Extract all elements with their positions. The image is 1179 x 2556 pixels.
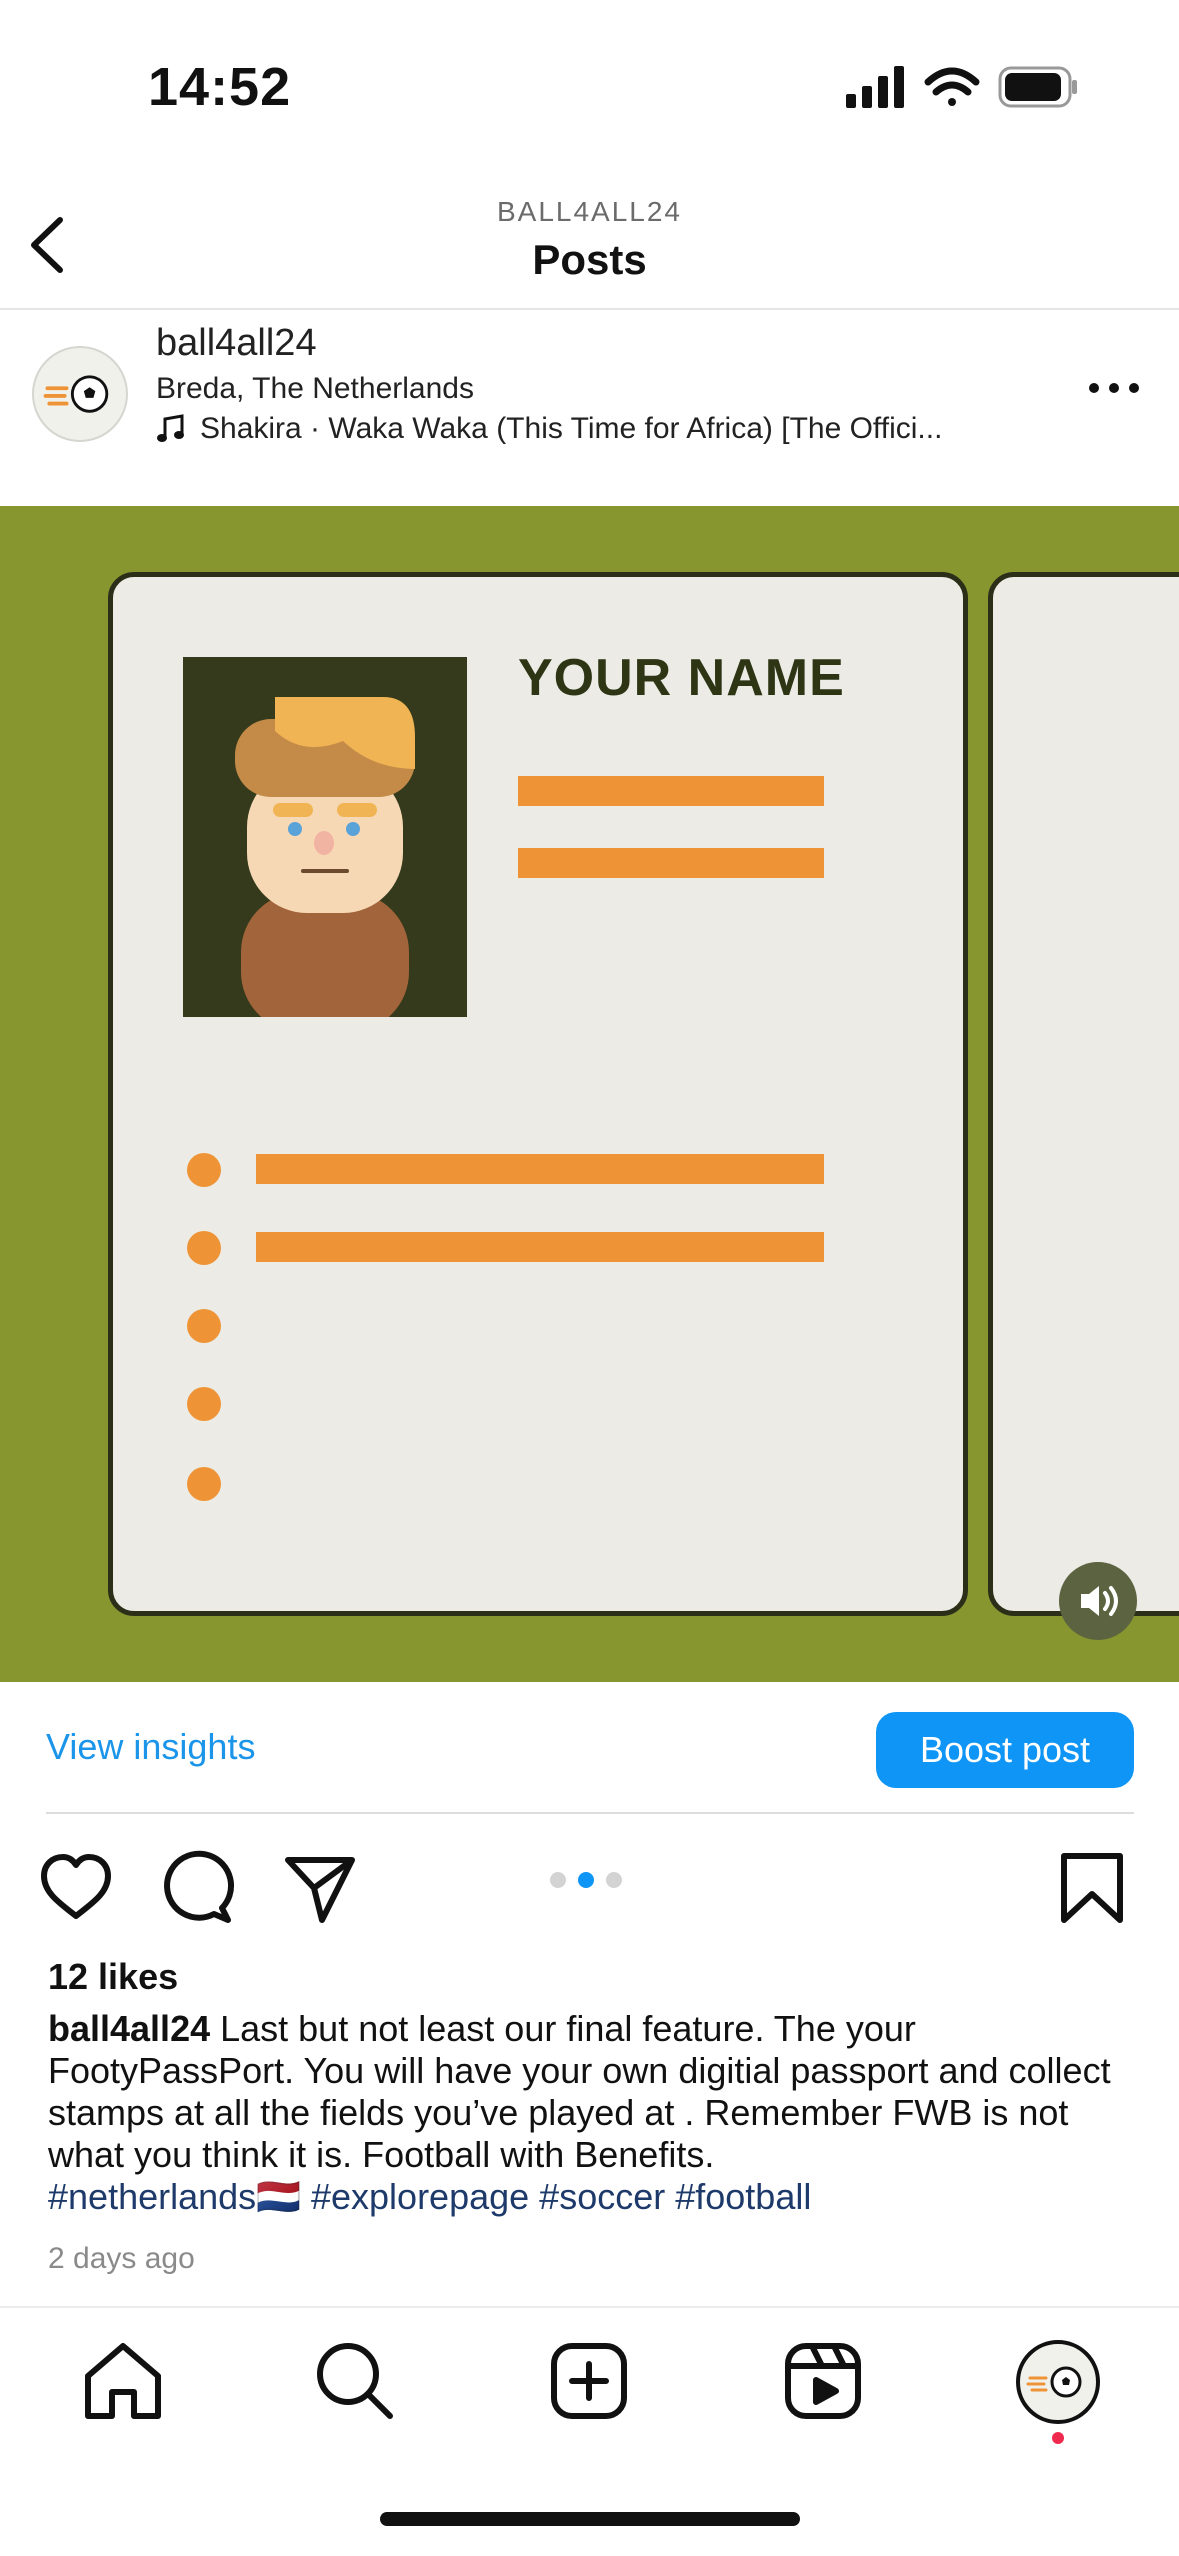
caption-username[interactable]: ball4all24	[48, 2008, 210, 2049]
next-card-peek	[988, 572, 1179, 1616]
carousel-dot	[550, 1872, 566, 1888]
post-timestamp: 2 days ago	[48, 2242, 195, 2275]
like-button[interactable]	[38, 1850, 114, 1926]
music-note-icon	[157, 414, 184, 442]
heart-icon	[41, 1854, 111, 1919]
post-caption: ball4all24 Last but not least our final …	[48, 2008, 1138, 2218]
post-username[interactable]: ball4all24	[156, 322, 317, 365]
card-name-label: YOUR NAME	[518, 649, 845, 707]
home-icon	[85, 2343, 161, 2419]
status-icons	[846, 66, 1077, 108]
bullet-dot	[187, 1387, 221, 1421]
comment-button[interactable]	[160, 1850, 236, 1926]
paper-plane-icon	[285, 1857, 355, 1923]
more-options-button[interactable]	[1084, 368, 1144, 408]
wifi-icon	[924, 67, 980, 106]
speaker-icon	[1081, 1586, 1118, 1616]
share-button[interactable]	[282, 1850, 358, 1926]
player-avatar-icon	[235, 697, 415, 1017]
search-icon	[317, 2343, 393, 2419]
bullet-dot	[187, 1231, 221, 1265]
bullet-dot	[187, 1153, 221, 1187]
likes-count[interactable]: 12 likes	[48, 1956, 178, 1998]
status-time: 14:52	[148, 57, 292, 117]
plus-square-icon	[551, 2343, 627, 2419]
soccer-ball-logo-icon	[1026, 2366, 1082, 2398]
bullet-dot	[187, 1467, 221, 1501]
avatar[interactable]	[32, 346, 128, 442]
music-attribution[interactable]: Shakira · Waka Waka (This Time for Afric…	[156, 412, 1016, 446]
sound-toggle-button[interactable]	[1059, 1562, 1137, 1640]
view-insights-link[interactable]: View insights	[46, 1726, 255, 1768]
bullet-dot	[187, 1309, 221, 1343]
caption-hashtags[interactable]: #netherlands🇳🇱 #explorepage #soccer #foo…	[48, 2176, 811, 2217]
soccer-ball-logo-icon	[43, 375, 109, 413]
header-subtitle: BALL4ALL24	[496, 196, 683, 227]
battery-icon	[998, 66, 1077, 108]
post-location[interactable]: Breda, The Netherlands	[156, 372, 474, 406]
notification-dot	[1052, 2432, 1064, 2444]
cellular-signal-icon	[846, 66, 904, 108]
carousel-dot-active	[578, 1872, 594, 1888]
card-line-1	[518, 776, 824, 806]
actions-divider	[46, 1812, 1134, 1814]
portrait-illustration	[183, 657, 467, 1017]
nav-reels[interactable]	[778, 2336, 868, 2426]
ellipsis-icon	[1089, 383, 1139, 393]
nav-home[interactable]	[78, 2336, 168, 2426]
nav-search[interactable]	[310, 2336, 400, 2426]
comment-bubble-icon	[164, 1850, 235, 1923]
header-divider	[0, 308, 1179, 310]
card-line-2	[518, 848, 824, 878]
list-line-2	[256, 1232, 824, 1262]
carousel-dot	[606, 1872, 622, 1888]
nav-profile[interactable]	[1016, 2340, 1100, 2424]
nav-create[interactable]	[544, 2336, 634, 2426]
reels-icon	[785, 2343, 861, 2419]
music-title: Shakira · Waka Waka (This Time for Afric…	[200, 412, 943, 445]
carousel-indicator	[550, 1872, 622, 1888]
nav-divider	[0, 2306, 1179, 2308]
save-button[interactable]	[1054, 1850, 1130, 1926]
list-line-1	[256, 1154, 824, 1184]
home-indicator	[380, 2512, 800, 2526]
boost-post-button[interactable]: Boost post	[876, 1712, 1134, 1788]
bookmark-icon	[1061, 1853, 1123, 1923]
page-title: Posts	[532, 236, 647, 283]
